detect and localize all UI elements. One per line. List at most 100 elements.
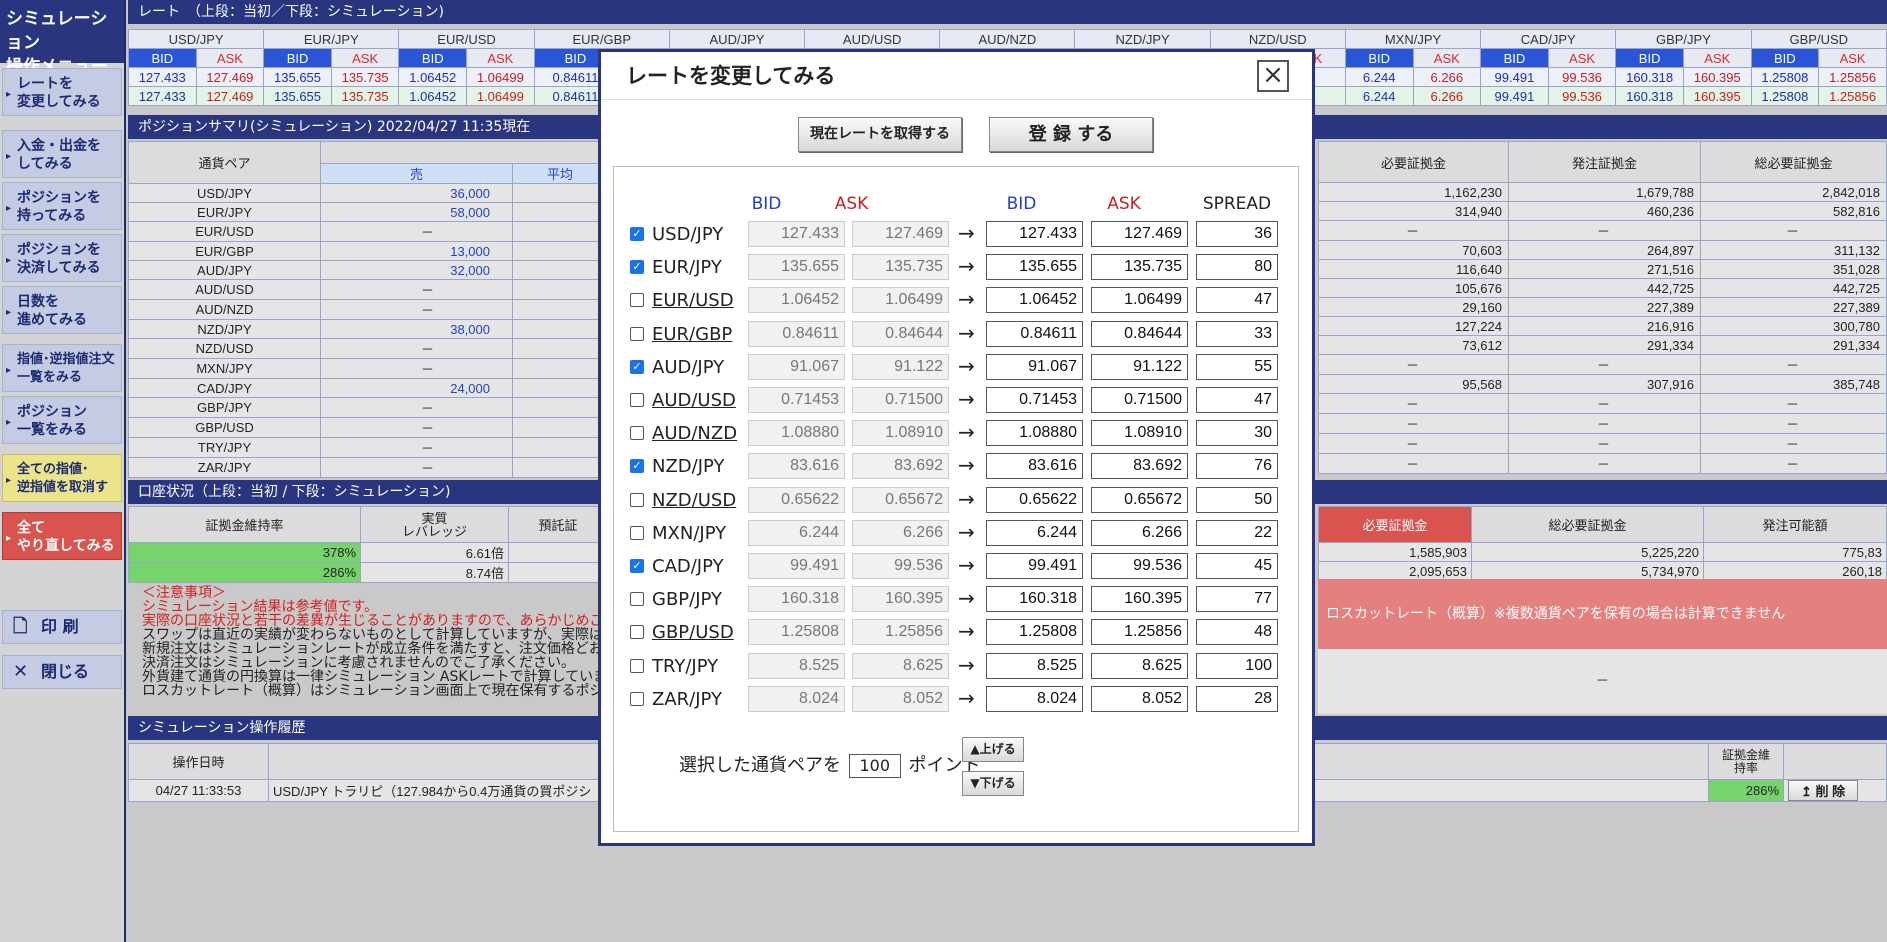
menu-label: してみる xyxy=(17,156,73,172)
get-current-rate-button[interactable]: 現在レートを取得する xyxy=(798,117,962,152)
raise-button[interactable]: ▲上げる xyxy=(962,737,1024,762)
spread-input[interactable]: 50 xyxy=(1196,486,1278,513)
new-ask-input[interactable]: 83.692 xyxy=(1091,453,1188,480)
ask-value: 99.536 xyxy=(1547,86,1617,106)
note-line: 外貨建て通貨の円換算は一律シミュレーション ASKレートで計算していま xyxy=(142,669,608,685)
pair-checkbox[interactable] xyxy=(630,293,644,308)
spread-input[interactable]: 28 xyxy=(1196,685,1278,712)
new-ask-input[interactable]: 127.469 xyxy=(1091,221,1188,247)
menu-advance-days[interactable]: 日数を進めてみる xyxy=(2,286,122,334)
margin-value: 264,897 xyxy=(1508,240,1701,260)
pair-checkbox[interactable] xyxy=(630,525,644,540)
delete-button[interactable]: ↥ 削 除 xyxy=(1788,780,1859,801)
spread-input[interactable]: 48 xyxy=(1196,619,1278,646)
pair-checkbox[interactable]: ✓ xyxy=(630,459,644,474)
new-bid-input[interactable]: 1.06452 xyxy=(986,287,1083,314)
new-bid-input[interactable]: 135.655 xyxy=(986,254,1083,281)
pair-checkbox[interactable]: ✓ xyxy=(630,260,644,275)
spread-input[interactable]: 100 xyxy=(1196,652,1278,679)
new-bid-input[interactable]: 160.318 xyxy=(986,586,1083,613)
spread-input[interactable]: 30 xyxy=(1196,420,1278,447)
rate-row: ✓ CAD/JPY 99.491 99.536 → 99.491 99.536 45 xyxy=(614,551,1298,584)
arrow-icon: → xyxy=(958,586,975,611)
new-bid-input[interactable]: 6.244 xyxy=(986,519,1083,546)
new-bid-input[interactable]: 8.024 xyxy=(986,685,1083,712)
old-ask: 83.692 xyxy=(852,453,949,480)
new-bid-input[interactable]: 1.08880 xyxy=(986,420,1083,447)
new-ask-input[interactable]: 1.25856 xyxy=(1091,619,1188,646)
spread-input[interactable]: 22 xyxy=(1196,519,1278,546)
new-bid-input[interactable]: 99.491 xyxy=(986,553,1083,579)
new-ask-input[interactable]: 99.536 xyxy=(1091,553,1188,579)
new-ask-input[interactable]: 8.625 xyxy=(1091,652,1188,679)
undo-icon: ↥ xyxy=(1801,784,1816,799)
new-ask-input[interactable]: 91.122 xyxy=(1091,353,1188,380)
new-bid-input[interactable]: 0.84611 xyxy=(986,320,1083,347)
menu-change-rate[interactable]: レートを変更してみる xyxy=(2,68,122,116)
new-ask-input[interactable]: 0.65672 xyxy=(1091,486,1188,513)
new-ask-input[interactable]: 1.06499 xyxy=(1091,287,1188,314)
pair-checkbox[interactable]: ✓ xyxy=(630,559,644,573)
pair-checkbox[interactable] xyxy=(630,658,644,673)
new-ask-input[interactable]: 135.735 xyxy=(1091,254,1188,281)
sell-amount: － xyxy=(320,437,513,458)
spread-input[interactable]: 36 xyxy=(1196,221,1278,247)
lower-button[interactable]: ▼下げる xyxy=(962,771,1024,796)
new-ask-input[interactable]: 6.266 xyxy=(1091,519,1188,546)
spread-input[interactable]: 76 xyxy=(1196,453,1278,480)
menu-order-list[interactable]: 指値･逆指値注文一覧をみる xyxy=(2,344,122,392)
new-bid-input[interactable]: 91.067 xyxy=(986,353,1083,380)
new-ask-input[interactable]: 0.84644 xyxy=(1091,320,1188,347)
pair-checkbox[interactable] xyxy=(630,426,644,441)
pair-checkbox[interactable] xyxy=(630,592,644,607)
pair-checkbox[interactable]: ✓ xyxy=(630,359,644,374)
new-ask-input[interactable]: 8.052 xyxy=(1091,685,1188,712)
new-bid-input[interactable]: 0.65622 xyxy=(986,486,1083,513)
points-input[interactable]: 100 xyxy=(848,754,901,778)
new-ask-input[interactable]: 1.08910 xyxy=(1091,420,1188,447)
spread-input[interactable]: 45 xyxy=(1196,553,1278,579)
ask-header: ASK xyxy=(466,48,535,68)
old-ask: 6.266 xyxy=(852,519,949,546)
margin-value: － xyxy=(1508,220,1701,241)
pair-checkbox[interactable] xyxy=(630,393,644,407)
new-bid-input[interactable]: 8.525 xyxy=(986,652,1083,679)
menu-deposit-withdraw[interactable]: 入金・出金をしてみる xyxy=(2,130,122,178)
margin-value: 216,916 xyxy=(1508,316,1701,336)
spread-input[interactable]: 47 xyxy=(1196,387,1278,413)
pair-checkbox[interactable]: ✓ xyxy=(630,227,644,241)
sell-amount: － xyxy=(320,358,513,379)
pair-checkbox[interactable] xyxy=(630,691,644,706)
menu-cancel-all-orders[interactable]: 全ての指値･ 逆指値を取消す xyxy=(2,454,122,502)
pair-name: EUR/JPY xyxy=(128,202,321,222)
new-bid-input[interactable]: 83.616 xyxy=(986,453,1083,480)
register-button[interactable]: 登 録 する xyxy=(989,117,1153,152)
spread-input[interactable]: 80 xyxy=(1196,254,1278,281)
rate-pair-header: NZD/JPY xyxy=(1074,29,1211,49)
pair-checkbox[interactable] xyxy=(630,492,644,507)
menu-open-position[interactable]: ポジションを持ってみる xyxy=(2,182,122,230)
margin-value: 307,916 xyxy=(1508,374,1701,394)
col-leverage-sub: レバレッジ xyxy=(401,523,467,539)
menu-label: 一覧をみる xyxy=(17,422,87,438)
menu-reset-all[interactable]: 全てやり直してみる xyxy=(2,512,122,560)
spread-input[interactable]: 77 xyxy=(1196,586,1278,613)
print-button[interactable]: 🗋 印 刷 xyxy=(2,610,122,644)
new-ask-input[interactable]: 0.71500 xyxy=(1091,387,1188,413)
menu-close-position[interactable]: ポジションを決済してみる xyxy=(2,234,122,282)
ask-header: ASK xyxy=(1547,48,1617,68)
new-bid-input[interactable]: 0.71453 xyxy=(986,387,1083,413)
spread-input[interactable]: 55 xyxy=(1196,353,1278,380)
position-row: CAD/JPY 24,000 xyxy=(128,378,608,398)
new-ask-input[interactable]: 160.395 xyxy=(1091,586,1188,613)
new-bid-input[interactable]: 1.25808 xyxy=(986,619,1083,646)
spread-input[interactable]: 33 xyxy=(1196,320,1278,347)
sell-amount: － xyxy=(320,338,513,359)
new-bid-input[interactable]: 127.433 xyxy=(986,221,1083,247)
dialog-close-icon[interactable]: × xyxy=(1257,60,1289,92)
pair-checkbox[interactable] xyxy=(630,625,644,640)
close-button[interactable]: ✕ 閉じる xyxy=(2,655,122,689)
pair-checkbox[interactable] xyxy=(630,326,644,341)
menu-position-list[interactable]: ポジション一覧をみる xyxy=(2,396,122,444)
spread-input[interactable]: 47 xyxy=(1196,287,1278,314)
